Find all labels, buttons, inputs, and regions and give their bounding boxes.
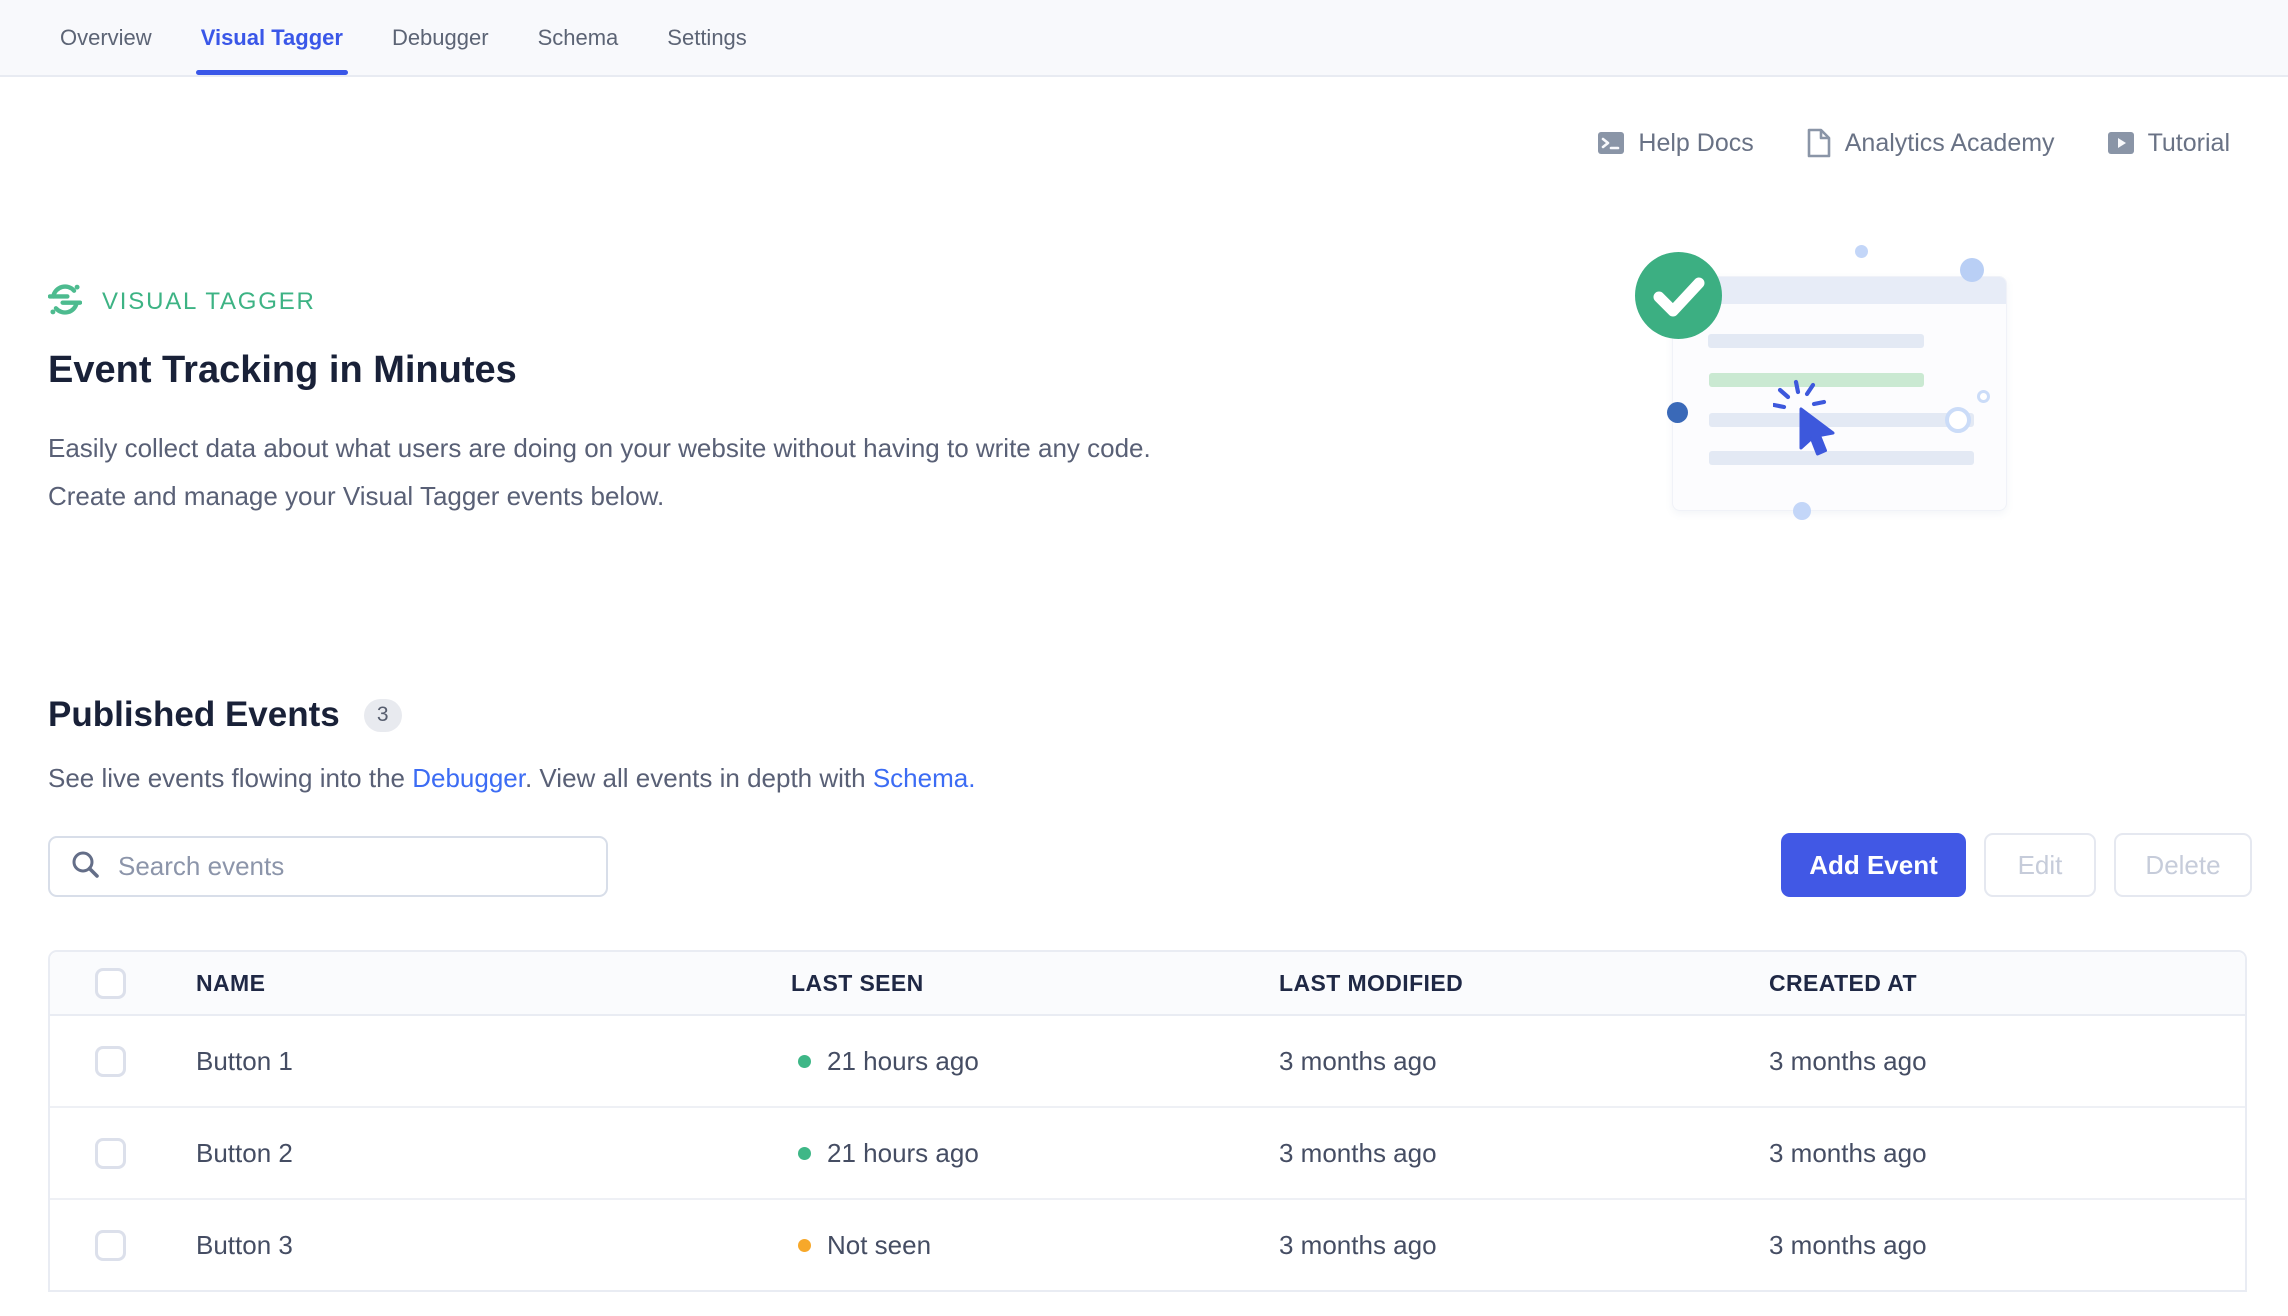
last-seen-value: 21 hours ago	[827, 1138, 979, 1169]
event-count-badge: 3	[364, 699, 402, 732]
description-line-1: Easily collect data about what users are…	[48, 424, 1151, 472]
row-checkbox[interactable]	[95, 1046, 126, 1077]
table-row[interactable]: Button 3 Not seen 3 months ago 3 months …	[50, 1200, 2245, 1290]
terminal-window-icon	[1597, 129, 1625, 157]
event-name: Button 2	[196, 1138, 791, 1169]
tutorial-label: Tutorial	[2148, 129, 2230, 158]
search-icon	[70, 849, 100, 884]
tab-overview[interactable]: Overview	[60, 0, 152, 75]
published-events-title: Published Events	[48, 695, 340, 735]
tab-schema[interactable]: Schema	[538, 0, 619, 75]
description-line-2: Create and manage your Visual Tagger eve…	[48, 472, 1151, 520]
status-dot	[798, 1147, 811, 1160]
decor-dot	[1667, 402, 1688, 423]
video-play-icon	[2107, 129, 2135, 157]
column-header-last-modified: LAST MODIFIED	[1279, 970, 1769, 997]
search-events-input[interactable]	[116, 850, 606, 883]
row-checkbox[interactable]	[95, 1230, 126, 1261]
status-dot	[798, 1055, 811, 1068]
event-name: Button 1	[196, 1046, 791, 1077]
column-header-created-at: CREATED AT	[1769, 970, 2245, 997]
published-events-subtext: See live events flowing into the Debugge…	[48, 763, 975, 794]
help-docs-label: Help Docs	[1638, 129, 1753, 158]
select-all-checkbox[interactable]	[95, 968, 126, 999]
table-row[interactable]: Button 1 21 hours ago 3 months ago 3 mon…	[50, 1016, 2245, 1108]
last-seen-value: 21 hours ago	[827, 1046, 979, 1077]
eyebrow-label: VISUAL TAGGER	[102, 288, 316, 316]
search-events-box[interactable]	[48, 836, 608, 897]
illustration-card-header	[1673, 277, 2006, 304]
decor-ring	[1977, 390, 1990, 403]
document-icon	[1806, 128, 1832, 158]
created-at-value: 3 months ago	[1769, 1230, 2245, 1261]
visual-tagger-eyebrow: VISUAL TAGGER	[48, 281, 316, 323]
help-links-row: Help Docs Analytics Academy Tutorial	[1597, 128, 2230, 158]
column-header-last-seen: LAST SEEN	[791, 970, 1279, 997]
segment-logo-icon	[48, 280, 82, 325]
tab-settings[interactable]: Settings	[667, 0, 747, 75]
illustration-card	[1672, 276, 2007, 511]
top-navigation: Overview Visual Tagger Debugger Schema S…	[0, 0, 2288, 77]
tab-debugger[interactable]: Debugger	[392, 0, 489, 75]
decor-dot	[1855, 245, 1868, 258]
debugger-link[interactable]: Debugger	[412, 763, 525, 793]
last-modified-value: 3 months ago	[1279, 1230, 1769, 1261]
event-name: Button 3	[196, 1230, 791, 1261]
column-header-name: NAME	[196, 970, 791, 997]
page-description: Easily collect data about what users are…	[48, 424, 1151, 520]
visual-tagger-illustration	[1635, 245, 2015, 535]
decor-ring	[1945, 407, 1971, 433]
add-event-button[interactable]: Add Event	[1781, 833, 1966, 897]
row-checkbox[interactable]	[95, 1138, 126, 1169]
analytics-academy-link[interactable]: Analytics Academy	[1806, 128, 2055, 158]
last-modified-value: 3 months ago	[1279, 1046, 1769, 1077]
tab-visual-tagger[interactable]: Visual Tagger	[201, 0, 343, 75]
table-header-row: NAME LAST SEEN LAST MODIFIED CREATED AT	[50, 952, 2245, 1016]
decor-dot	[1793, 502, 1811, 520]
published-events-header: Published Events 3	[48, 695, 402, 735]
event-actions: Add Event Edit Delete	[1781, 833, 2252, 897]
published-events-table: NAME LAST SEEN LAST MODIFIED CREATED AT …	[48, 950, 2247, 1292]
status-dot	[798, 1239, 811, 1252]
help-docs-link[interactable]: Help Docs	[1597, 129, 1753, 158]
decor-dot	[1960, 258, 1984, 282]
last-modified-value: 3 months ago	[1279, 1138, 1769, 1169]
success-check-icon	[1635, 252, 1722, 339]
page-title: Event Tracking in Minutes	[48, 349, 517, 392]
schema-link[interactable]: Schema	[873, 763, 968, 793]
tutorial-link[interactable]: Tutorial	[2107, 129, 2230, 158]
table-row[interactable]: Button 2 21 hours ago 3 months ago 3 mon…	[50, 1108, 2245, 1200]
edit-button[interactable]: Edit	[1984, 833, 2096, 897]
last-seen-value: Not seen	[827, 1230, 931, 1261]
created-at-value: 3 months ago	[1769, 1046, 2245, 1077]
delete-button[interactable]: Delete	[2114, 833, 2252, 897]
created-at-value: 3 months ago	[1769, 1138, 2245, 1169]
analytics-academy-label: Analytics Academy	[1845, 129, 2055, 158]
